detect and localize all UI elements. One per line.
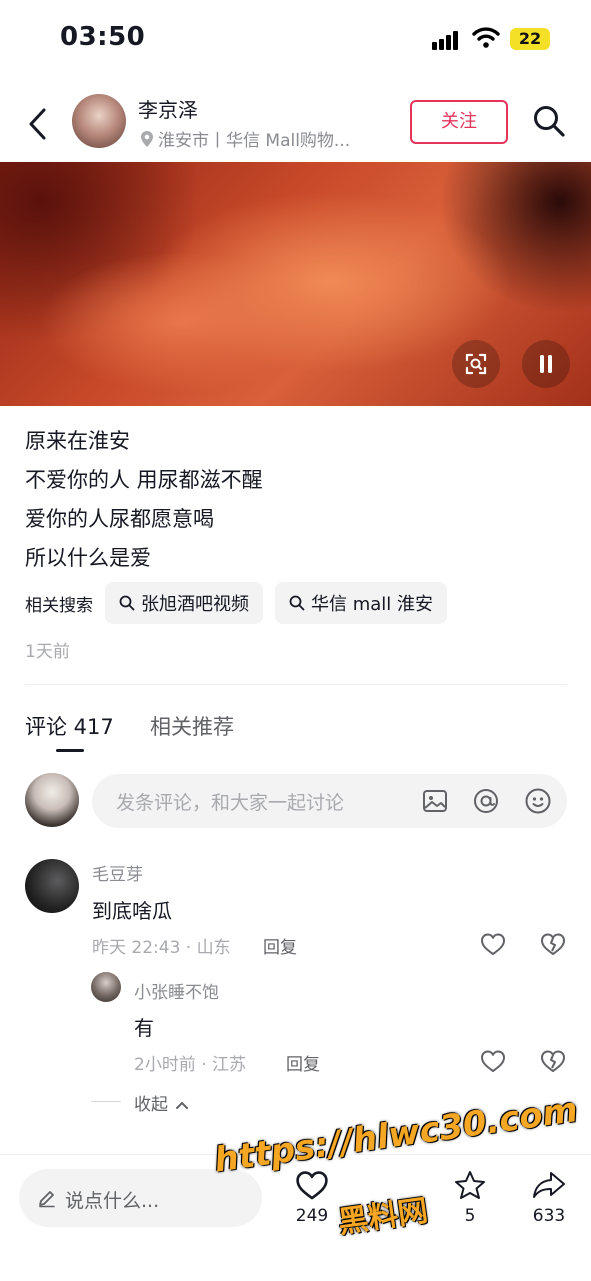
scan-icon (465, 353, 487, 375)
status-bar: 03:50 22 (0, 0, 591, 80)
my-avatar (25, 773, 79, 827)
search-icon (119, 595, 135, 611)
pause-button[interactable] (522, 340, 570, 388)
follow-button[interactable]: 关注 (410, 100, 508, 144)
reply-avatar[interactable] (91, 972, 121, 1002)
collapse-label: 收起 (134, 1095, 168, 1115)
search-icon (289, 595, 305, 611)
commenter-name[interactable]: 毛豆芽 (92, 860, 143, 885)
bottom-action-bar: 说点什么... 249 5 633 (0, 1154, 591, 1281)
collapse-replies-button[interactable]: 收起 (134, 1090, 189, 1115)
like-count: 249 (295, 1206, 329, 1226)
status-time: 03:50 (60, 22, 146, 52)
caption-line: 爱你的人尿都愿意喝 (25, 507, 214, 531)
post-header: 李京泽 淮安市丨华信 Mall购物... 关注 (0, 86, 591, 162)
reply-meta: 2小时前 · 江苏 (134, 1055, 247, 1075)
like-button[interactable]: 249 (290, 1169, 334, 1226)
tab-recommend[interactable]: 相关推荐 (150, 711, 234, 741)
star-icon (455, 1171, 485, 1199)
screen-scan-button[interactable] (452, 340, 500, 388)
related-chip-label: 张旭酒吧视频 (141, 594, 249, 615)
caption-line: 原来在淮安 (25, 429, 130, 453)
emoji-icon[interactable] (524, 787, 552, 815)
related-search-chip[interactable]: 张旭酒吧视频 (105, 582, 263, 624)
post-time: 1天前 (25, 642, 70, 662)
author-avatar[interactable] (72, 94, 126, 148)
pause-icon (540, 355, 552, 373)
heart-icon (296, 1171, 328, 1200)
tab-comments[interactable]: 评论 417 (25, 711, 114, 741)
reply-author-name[interactable]: 小张睡不饱 (134, 978, 219, 1003)
related-search-label: 相关搜索 (25, 595, 93, 616)
author-name[interactable]: 李京泽 (138, 94, 198, 123)
wifi-icon (472, 27, 500, 48)
favorite-count: 5 (464, 1206, 476, 1226)
pen-icon (39, 1191, 55, 1208)
chevron-up-icon (176, 1101, 189, 1109)
share-count: 633 (532, 1206, 566, 1226)
collapse-divider (91, 1101, 121, 1102)
battery-indicator: 22 (510, 28, 550, 50)
caption-line: 不爱你的人 用尿都滋不醒 (25, 468, 263, 492)
active-tab-indicator (56, 749, 84, 752)
search-icon[interactable] (532, 104, 566, 138)
say-placeholder: 说点什么... (65, 1190, 160, 1212)
location-text: 淮安市丨华信 Mall购物... (158, 131, 351, 151)
dislike-icon[interactable] (540, 932, 566, 956)
related-search-chip[interactable]: 华信 mall 淮安 (275, 582, 448, 624)
comment-placeholder: 发条评论，和大家一起讨论 (116, 792, 345, 814)
section-divider (25, 684, 567, 685)
comment-meta: 昨天 22:43 · 山东 (92, 938, 231, 958)
caption-line: 所以什么是爱 (25, 546, 151, 570)
image-icon[interactable] (421, 787, 449, 815)
location-link[interactable]: 淮安市丨华信 Mall购物... (140, 126, 350, 151)
heart-icon[interactable] (480, 932, 506, 956)
reply-text: 有 (134, 1016, 154, 1040)
location-pin-icon (141, 130, 153, 147)
favorite-button[interactable]: 5 (448, 1169, 492, 1226)
video-player[interactable] (0, 162, 591, 406)
comment-text: 到底啥瓜 (92, 899, 172, 923)
reply-button[interactable]: 回复 (263, 933, 297, 958)
heart-icon[interactable] (480, 1049, 506, 1073)
back-arrow-icon[interactable] (26, 106, 50, 142)
commenter-avatar[interactable] (25, 859, 79, 913)
signal-icon (432, 30, 464, 50)
reply-button[interactable]: 回复 (286, 1050, 320, 1075)
share-arrow-icon (533, 1172, 565, 1198)
comment-input[interactable]: 发条评论，和大家一起讨论 (92, 774, 567, 828)
share-button[interactable]: 633 (524, 1169, 574, 1226)
related-searches: 相关搜索 张旭酒吧视频 华信 mall 淮安 (25, 582, 459, 624)
related-chip-label: 华信 mall 淮安 (311, 594, 434, 615)
dislike-icon[interactable] (540, 1049, 566, 1073)
post-caption: 原来在淮安 不爱你的人 用尿都滋不醒 爱你的人尿都愿意喝 所以什么是爱 (25, 422, 263, 578)
at-mention-icon[interactable] (472, 787, 500, 815)
